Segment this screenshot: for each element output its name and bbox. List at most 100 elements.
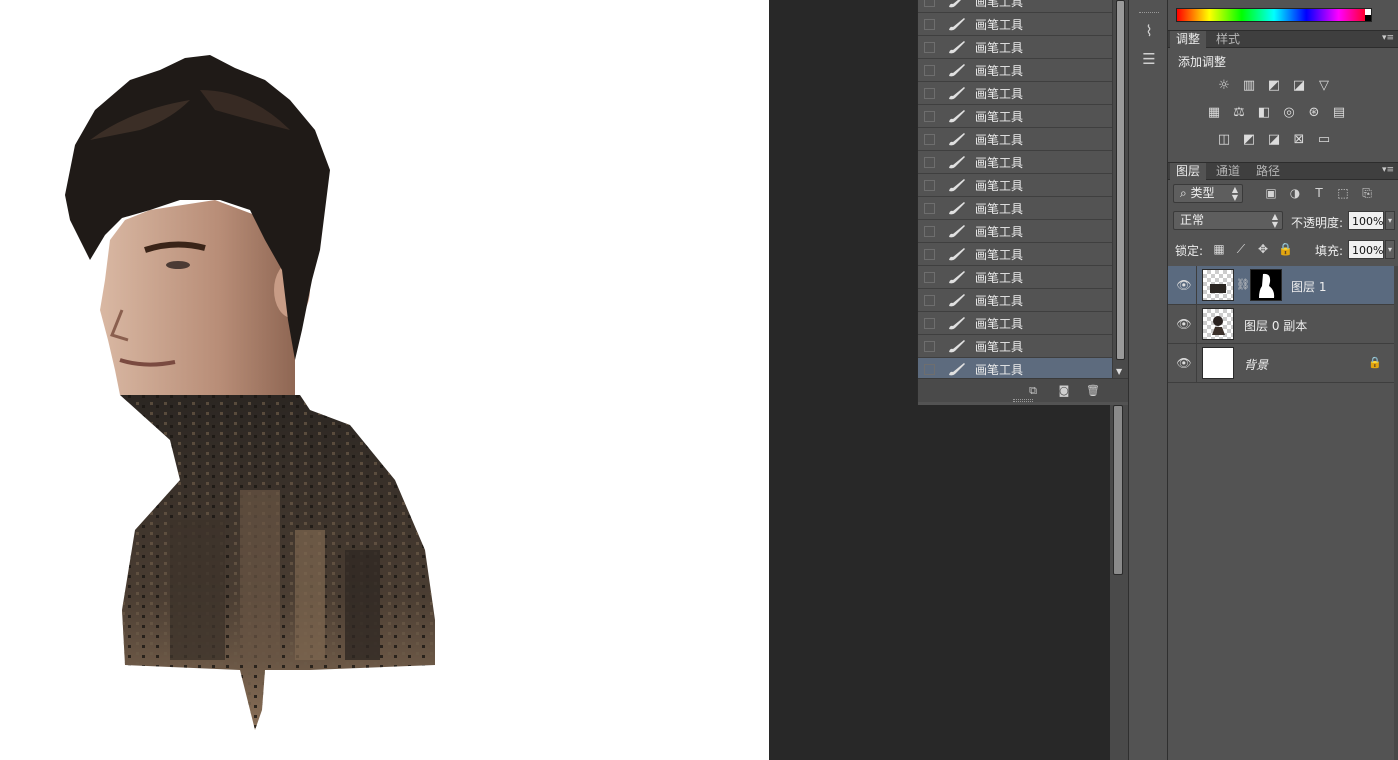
- history-state[interactable]: 画笔工具: [918, 128, 1112, 151]
- layer-row-layer-0-copy[interactable]: 👁 图层 0 副本: [1168, 305, 1394, 344]
- invert-icon[interactable]: ◫: [1216, 132, 1232, 148]
- lock-transparent-icon[interactable]: ▦: [1212, 242, 1226, 256]
- panel-scrollbar[interactable]: [1110, 405, 1128, 760]
- snapshot-source-checkbox[interactable]: [924, 317, 935, 329]
- brush-presets-icon[interactable]: ⌇: [1139, 22, 1159, 42]
- visibility-eye-icon[interactable]: 👁: [1176, 317, 1192, 331]
- snapshot-source-checkbox[interactable]: [924, 271, 935, 283]
- snapshot-source-checkbox[interactable]: [924, 179, 935, 191]
- history-state[interactable]: 画笔工具: [918, 36, 1112, 59]
- lock-pixels-icon[interactable]: ⟋: [1234, 242, 1248, 256]
- history-state[interactable]: 画笔工具: [918, 0, 1112, 13]
- history-state[interactable]: 画笔工具: [918, 197, 1112, 220]
- fill-input[interactable]: 100%: [1348, 240, 1384, 259]
- scroll-down-arrow-icon[interactable]: ▼: [1116, 367, 1122, 376]
- snapshot-source-checkbox[interactable]: [924, 363, 935, 375]
- history-state[interactable]: 画笔工具: [918, 335, 1112, 358]
- snapshot-source-checkbox[interactable]: [924, 340, 935, 352]
- gradient-map-icon[interactable]: ▭: [1316, 132, 1332, 148]
- tab-adjustments[interactable]: 调整: [1170, 31, 1207, 48]
- tab-channels[interactable]: 通道: [1210, 163, 1246, 180]
- new-document-from-state-icon[interactable]: ⧉: [1026, 384, 1040, 397]
- snapshot-source-checkbox[interactable]: [924, 0, 935, 7]
- history-state[interactable]: 画笔工具: [918, 105, 1112, 128]
- layers-scrollbar[interactable]: [1394, 266, 1398, 760]
- properties-sliders-icon[interactable]: ☰: [1139, 50, 1159, 70]
- layer-row-layer-1[interactable]: 👁 ⛓ 图层 1: [1168, 266, 1394, 305]
- history-state[interactable]: 画笔工具: [918, 174, 1112, 197]
- document-canvas[interactable]: [0, 0, 769, 760]
- snapshot-source-checkbox[interactable]: [924, 64, 935, 76]
- history-state[interactable]: 画笔工具: [918, 312, 1112, 335]
- exposure-icon[interactable]: ◪: [1291, 78, 1307, 94]
- history-resize-grip[interactable]: [1013, 399, 1033, 402]
- snapshot-source-checkbox[interactable]: [924, 294, 935, 306]
- visibility-eye-icon[interactable]: 👁: [1176, 356, 1192, 370]
- vibrance-icon[interactable]: ▽: [1316, 78, 1332, 94]
- history-state[interactable]: 画笔工具: [918, 13, 1112, 36]
- history-state[interactable]: 画笔工具: [918, 59, 1112, 82]
- camera-snapshot-icon[interactable]: ◙: [1057, 384, 1071, 397]
- panel-menu-icon[interactable]: ▾≡: [1382, 33, 1394, 43]
- filter-pixel-icon[interactable]: ▣: [1264, 186, 1278, 200]
- filter-shape-icon[interactable]: ⬚: [1336, 186, 1350, 200]
- filter-kind-select[interactable]: ⌕ 类型 ▲ ▼: [1173, 184, 1243, 203]
- history-state[interactable]: 画笔工具: [918, 151, 1112, 174]
- filter-adjustment-icon[interactable]: ◑: [1288, 186, 1302, 200]
- channel-mixer-icon[interactable]: ⊛: [1306, 105, 1322, 121]
- snapshot-source-checkbox[interactable]: [924, 225, 935, 237]
- visibility-eye-icon[interactable]: 👁: [1176, 278, 1192, 292]
- snapshot-source-checkbox[interactable]: [924, 133, 935, 145]
- snapshot-source-checkbox[interactable]: [924, 110, 935, 122]
- tab-paths[interactable]: 路径: [1250, 163, 1286, 180]
- snapshot-source-checkbox[interactable]: [924, 248, 935, 260]
- lock-icon: 🔒: [1368, 356, 1382, 369]
- history-scrollbar[interactable]: ▼: [1112, 0, 1128, 378]
- color-spectrum[interactable]: [1176, 8, 1372, 22]
- fill-dropdown-icon[interactable]: ▾: [1385, 240, 1395, 259]
- trash-icon[interactable]: 🗑: [1086, 384, 1100, 397]
- blend-mode-select[interactable]: 正常 ▲ ▼: [1173, 211, 1283, 230]
- snapshot-source-checkbox[interactable]: [924, 202, 935, 214]
- tab-styles[interactable]: 样式: [1210, 31, 1246, 48]
- dock-grip[interactable]: [1139, 12, 1159, 15]
- photo-filter-icon[interactable]: ◎: [1281, 105, 1297, 121]
- posterize-icon[interactable]: ◩: [1241, 132, 1257, 148]
- color-lookup-icon[interactable]: ▤: [1331, 105, 1347, 121]
- layer-name[interactable]: 背景: [1244, 356, 1268, 373]
- panel-scroll-thumb[interactable]: [1113, 405, 1123, 575]
- color-balance-icon[interactable]: ⚖: [1231, 105, 1247, 121]
- snapshot-source-checkbox[interactable]: [924, 156, 935, 168]
- filter-type-icon[interactable]: T: [1312, 186, 1326, 200]
- history-state[interactable]: 画笔工具: [918, 243, 1112, 266]
- history-state[interactable]: 画笔工具: [918, 289, 1112, 312]
- snapshot-source-checkbox[interactable]: [924, 41, 935, 53]
- filter-smart-object-icon[interactable]: ⎘: [1360, 186, 1374, 200]
- lock-all-icon[interactable]: 🔒: [1278, 242, 1293, 256]
- layer-row-background[interactable]: 👁 背景 🔒: [1168, 344, 1394, 383]
- layer-mask-thumbnail[interactable]: [1250, 269, 1282, 301]
- opacity-input[interactable]: 100%: [1348, 211, 1384, 230]
- layer-name[interactable]: 图层 0 副本: [1244, 317, 1307, 334]
- layers-panel-menu-icon[interactable]: ▾≡: [1382, 165, 1394, 175]
- opacity-dropdown-icon[interactable]: ▾: [1385, 211, 1395, 230]
- snapshot-source-checkbox[interactable]: [924, 18, 935, 30]
- black-white-swatch[interactable]: [1365, 9, 1371, 21]
- levels-icon[interactable]: ▥: [1241, 78, 1257, 94]
- link-chain-icon[interactable]: ⛓: [1236, 278, 1250, 291]
- layer-name[interactable]: 图层 1: [1291, 278, 1326, 295]
- history-state[interactable]: 画笔工具: [918, 266, 1112, 289]
- brightness-icon[interactable]: ☼: [1216, 78, 1232, 94]
- curves-icon[interactable]: ◩: [1266, 78, 1282, 94]
- history-state[interactable]: 画笔工具: [918, 82, 1112, 105]
- hue-saturation-icon[interactable]: ▦: [1206, 105, 1222, 121]
- history-state-label: 画笔工具: [975, 0, 1024, 9]
- threshold-icon[interactable]: ◪: [1266, 132, 1282, 148]
- history-scroll-thumb[interactable]: [1116, 0, 1125, 360]
- black-white-icon[interactable]: ◧: [1256, 105, 1272, 121]
- history-state[interactable]: 画笔工具: [918, 220, 1112, 243]
- snapshot-source-checkbox[interactable]: [924, 87, 935, 99]
- lock-position-icon[interactable]: ✥: [1256, 242, 1270, 256]
- tab-layers[interactable]: 图层: [1170, 163, 1207, 180]
- selective-color-icon[interactable]: ⊠: [1291, 132, 1307, 148]
